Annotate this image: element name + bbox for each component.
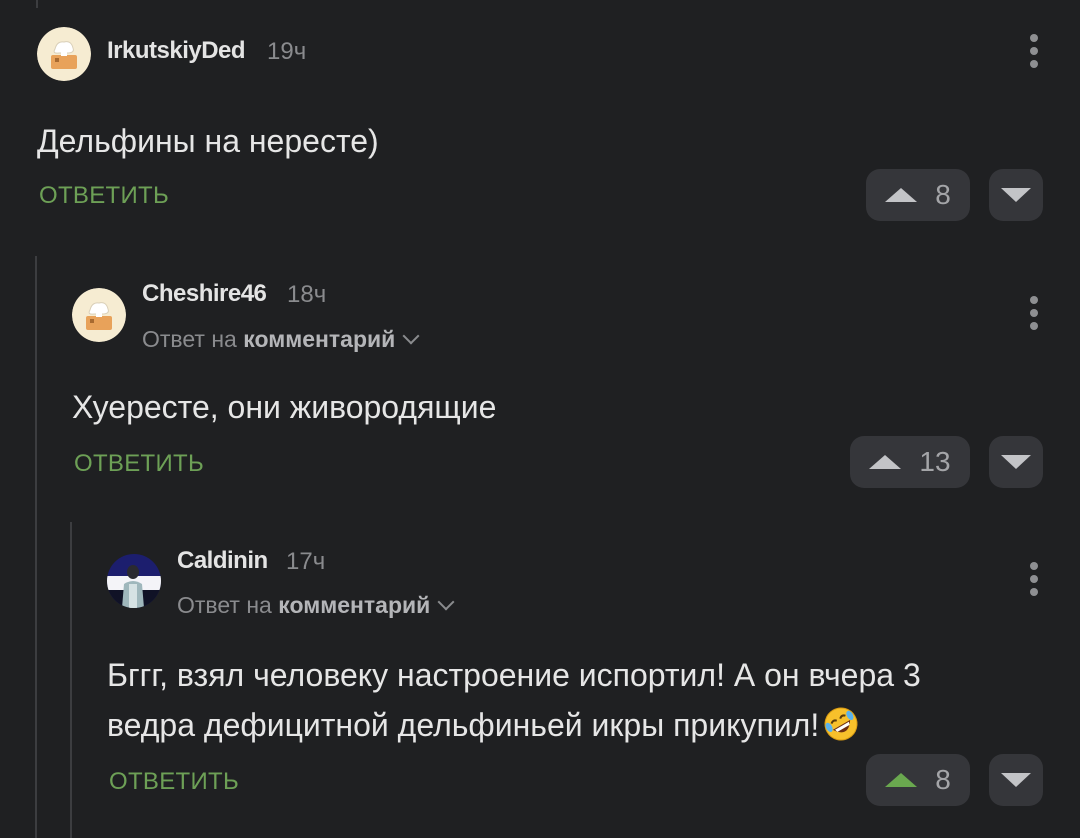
reply-to-target[interactable]: комментарий — [278, 592, 430, 618]
reply-button[interactable]: ОТВЕТИТЬ — [39, 182, 169, 210]
more-options-icon[interactable] — [1029, 296, 1039, 332]
avatar-photo — [107, 554, 161, 608]
comment-text-line: Бггг, взял человеку настроение испортил!… — [107, 657, 921, 693]
upvote-button[interactable]: 8 — [866, 169, 970, 221]
downvote-button[interactable] — [989, 169, 1043, 221]
vote-count: 8 — [935, 179, 951, 210]
author-name[interactable]: IrkutskiyDed — [107, 37, 246, 65]
upvote-arrow-icon — [869, 455, 902, 469]
upvote-arrow-icon — [885, 188, 918, 202]
reply-to-prefix: Ответ на — [177, 592, 272, 618]
vote-count: 13 — [919, 446, 951, 477]
downvote-arrow-icon — [1001, 455, 1031, 469]
reply-button[interactable]: ОТВЕТИТЬ — [109, 768, 239, 796]
reply-to-target[interactable]: комментарий — [243, 326, 395, 352]
reply-to-prefix: Ответ на — [142, 326, 237, 352]
downvote-arrow-icon — [1001, 773, 1031, 787]
upvote-button[interactable]: 8 — [866, 754, 970, 806]
thread-line-level-2[interactable] — [70, 522, 72, 838]
rolling-on-floor-laughing-emoji-icon — [823, 706, 859, 756]
author-name[interactable]: Caldinin — [177, 547, 268, 575]
avatar-default-image — [72, 288, 126, 342]
avatar-default-image — [37, 27, 91, 81]
downvote-arrow-icon — [1001, 188, 1031, 202]
avatar[interactable] — [37, 27, 91, 81]
comment-text: Дельфины на нересте) — [37, 123, 379, 159]
reply-button[interactable]: ОТВЕТИТЬ — [74, 450, 204, 478]
comment-text: Бггг, взял человеку настроение испортил!… — [107, 650, 1037, 756]
more-options-icon[interactable] — [1029, 562, 1039, 598]
avatar[interactable] — [72, 288, 126, 342]
author-name[interactable]: Cheshire46 — [142, 280, 267, 308]
thread-line-level-1[interactable] — [35, 256, 37, 838]
comment-time: 17ч — [286, 548, 326, 575]
avatar[interactable] — [107, 554, 161, 608]
comments-thread: IrkutskiyDed 19ч Дельфины на нересте) ОТ… — [0, 0, 1080, 838]
thread-line-top — [36, 0, 38, 8]
comment-text-line: ведра дефицитной дельфиньей икры прикупи… — [107, 700, 1037, 756]
comment-time: 18ч — [287, 281, 327, 308]
vote-count: 8 — [935, 764, 951, 795]
reply-to-link[interactable]: Ответ на комментарий — [177, 592, 455, 619]
chevron-down-icon[interactable] — [402, 327, 420, 345]
comment-text: Хуересте, они живородящие — [72, 389, 497, 425]
comment-text-line-content: ведра дефицитной дельфиньей икры прикупи… — [107, 707, 820, 743]
upvote-arrow-icon — [885, 773, 918, 787]
more-options-icon[interactable] — [1029, 34, 1039, 70]
downvote-button[interactable] — [989, 436, 1043, 488]
upvote-button[interactable]: 13 — [850, 436, 970, 488]
reply-to-link[interactable]: Ответ на комментарий — [142, 326, 420, 353]
comment-time: 19ч — [267, 38, 307, 65]
downvote-button[interactable] — [989, 754, 1043, 806]
chevron-down-icon[interactable] — [437, 593, 455, 611]
